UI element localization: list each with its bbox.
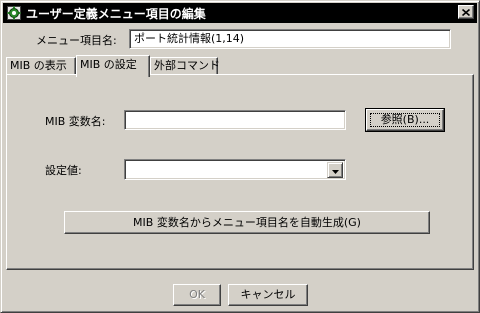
dialog-window: ユーザー定義メニュー項目の編集 メニュー項目名: ポート統計情報(1,14) M… (0, 0, 480, 313)
chevron-down-icon (331, 164, 339, 177)
auto-generate-button[interactable]: MIB 変数名からメニュー項目名を自動生成(G) (64, 211, 430, 234)
close-icon (461, 6, 471, 19)
browse-button[interactable]: 参照(B)... (365, 108, 445, 132)
mib-settings-panel: MIB 変数名: 参照(B)... 設定値: MIB 変数名からメニュー項目名を… (6, 74, 474, 270)
app-settings-icon (6, 5, 22, 21)
ok-button-label: OK (189, 288, 205, 301)
setting-value-label: 設定値: (45, 164, 82, 177)
window-title: ユーザー定義メニュー項目の編集 (26, 6, 206, 21)
title-bar[interactable]: ユーザー定義メニュー項目の編集 (3, 3, 477, 23)
auto-generate-button-label: MIB 変数名からメニュー項目名を自動生成(G) (133, 216, 361, 229)
item-name-field[interactable]: ポート統計情報(1,14) (129, 29, 451, 49)
ok-button[interactable]: OK (173, 284, 221, 306)
setting-value-combobox[interactable] (124, 159, 346, 180)
mib-variable-input[interactable] (124, 110, 346, 130)
item-name-label: メニュー項目名: (36, 34, 117, 47)
tab-external-command[interactable]: 外部コマンド (150, 57, 220, 75)
tab-mib-settings[interactable]: MIB の設定 (76, 55, 150, 77)
tab-mib-display[interactable]: MIB の表示 (6, 57, 76, 75)
close-button[interactable] (458, 5, 474, 19)
cancel-button[interactable]: キャンセル (228, 284, 308, 306)
focus-rect (370, 113, 440, 127)
cancel-button-label: キャンセル (240, 288, 296, 301)
mib-variable-label: MIB 変数名: (45, 115, 106, 128)
dropdown-button[interactable] (327, 162, 343, 178)
